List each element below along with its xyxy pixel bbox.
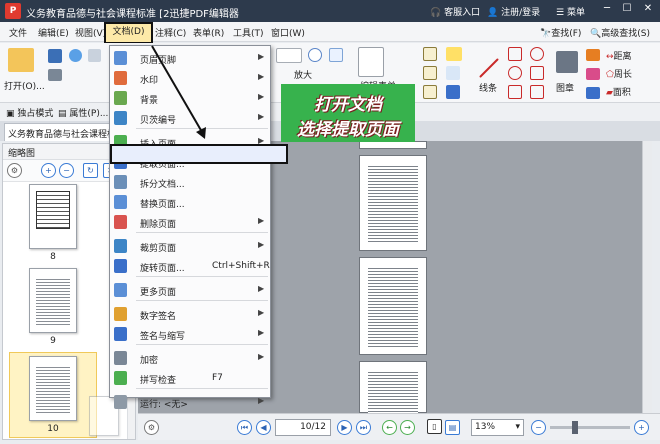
- pointer-arrow: [151, 45, 206, 139]
- app-window: P 义务教育品德与社会课程标准 [2迅捷PDF编辑器 🎧 客服入口 👤 注册/登…: [0, 0, 660, 444]
